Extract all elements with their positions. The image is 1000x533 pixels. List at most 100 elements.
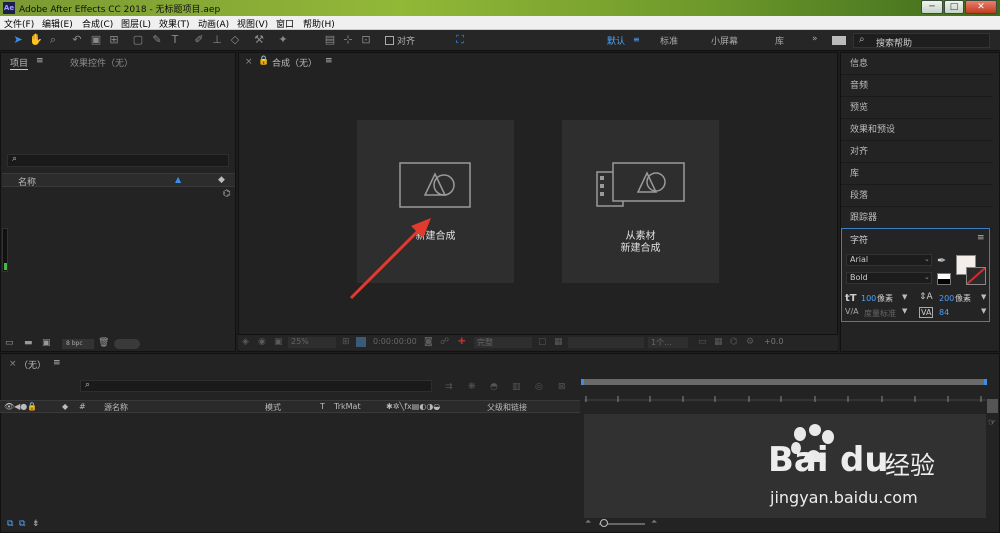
channel-icon[interactable]: ✚ [458,337,466,347]
zoom-tool-icon[interactable]: ⌕ [46,33,60,47]
kerning-value[interactable]: 度量标准 [864,308,896,319]
motion-blur-icon[interactable]: ◎ [535,382,543,392]
layer-switches-header-icons[interactable]: ✱✲╲fx▤◐◑◒ [386,402,440,411]
workspace-standard[interactable]: 标准 [660,34,678,47]
timeline-ruler[interactable] [584,378,986,408]
snap-icon[interactable]: ⛶ [453,33,467,47]
tab-timeline[interactable]: （无） [19,358,46,371]
column-t[interactable]: T [320,402,325,411]
exposure-value[interactable]: +0.0 [764,337,783,346]
workspace-small-screen[interactable]: 小屏幕 [711,34,738,47]
label-tag-icon[interactable]: ◆ [218,175,225,185]
menu-composition[interactable]: 合成(C) [82,17,113,30]
preview-icon[interactable]: ◈ [242,337,249,347]
chevron-down-icon[interactable]: ▼ [981,293,986,301]
layer-switches-icon[interactable]: ⧉ [7,519,13,529]
transfer-controls-icon[interactable]: ⧉ [19,519,25,529]
safe-area-icon[interactable]: ⊞ [342,337,350,347]
tab-composition[interactable]: 合成（无） [272,56,317,69]
flowchart-icon[interactable]: ⌬ [730,337,738,347]
resolution-select[interactable]: 完整 [474,337,532,348]
panel-align[interactable]: 对齐 [841,141,993,163]
menu-layer[interactable]: 图层(L) [121,17,151,30]
color-swatches-icon[interactable] [937,273,951,285]
close-tab-icon[interactable]: × [245,57,253,67]
panel-menu-icon[interactable]: ≡ [325,56,333,66]
chevron-down-icon[interactable]: ▼ [981,307,986,315]
transparency-grid-icon[interactable]: ▦ [554,337,563,347]
timeline-search-input[interactable]: ⌕ [80,380,432,392]
leading-value[interactable]: 200 [939,294,954,303]
panel-preview[interactable]: 预览 [841,97,993,119]
tab-effect-controls[interactable]: 效果控件（无） [70,56,133,69]
stroke-color-swatch[interactable] [966,267,986,285]
zoom-slider[interactable]: ⏶ ⏶ [585,517,665,531]
region-icon[interactable]: ▣ [274,337,283,347]
font-size-value[interactable]: 100 [861,294,876,303]
timeline-scroll-handle[interactable] [987,399,998,413]
lock-icon[interactable]: 🔒 [258,56,269,66]
panel-libraries[interactable]: 库 [841,163,993,185]
mask-icon[interactable]: ◉ [258,337,266,347]
zoom-slider-handle[interactable] [600,519,608,527]
column-trkmat[interactable]: TrkMat [334,402,361,411]
panel-info[interactable]: 信息 [841,53,993,75]
fast-preview-icon[interactable]: ▭ [698,337,707,347]
puppet-tool-icon[interactable]: ✦ [276,33,290,47]
thumbnail-toggle[interactable] [114,339,140,349]
hand-tool-icon[interactable]: ✋ [29,33,43,47]
panel-menu-icon[interactable]: ≡ [36,56,44,66]
pointer-icon[interactable]: ☞ [988,418,996,428]
snapshot-icon[interactable]: ◙ [424,337,433,347]
pen-tool-icon[interactable]: ✎ [150,33,164,47]
tab-project[interactable]: 项目 [10,56,29,70]
timecode[interactable]: 0:00:00:00 [373,337,417,346]
selection-tool-icon[interactable]: ➤ [11,33,25,47]
sort-ascending-icon[interactable]: ▲ [175,175,181,184]
panel-menu-icon[interactable]: ≡ [53,358,61,368]
av-features-icons[interactable]: 👁◀●🔒 [4,402,37,411]
flowchart-icon[interactable]: ⌬ [223,189,231,199]
column-parent[interactable]: 父级和链接 [487,402,527,413]
column-source-name[interactable]: 源名称 [104,402,128,413]
maximize-button[interactable]: □ [944,0,964,14]
close-tab-icon[interactable]: × [9,359,17,369]
brush-tool-icon[interactable]: ✐ [192,33,206,47]
chevron-down-icon[interactable]: ▼ [902,307,907,315]
clone-stamp-tool-icon[interactable]: ⊥ [210,33,224,47]
tracking-value[interactable]: 84 [939,308,949,317]
eraser-tool-icon[interactable]: ◇ [228,33,242,47]
show-snapshot-icon[interactable]: ☍ [440,337,449,347]
bpc-button[interactable]: 8 bpc [62,339,94,349]
menu-help[interactable]: 帮助(H) [303,17,335,30]
panel-audio[interactable]: 音频 [841,75,993,97]
chevron-down-icon[interactable]: ▼ [902,293,907,301]
shy-layers-icon[interactable]: ◓ [490,382,498,392]
column-name[interactable]: 名称 [18,175,36,188]
panel-tracker[interactable]: 跟踪器 [841,207,993,229]
menu-effect[interactable]: 效果(T) [159,17,190,30]
timeline-icon[interactable]: ▦ [714,337,723,347]
align-checkbox[interactable] [385,36,394,45]
text-tool-icon[interactable]: T [168,33,182,47]
column-mode[interactable]: 模式 [265,402,281,413]
comp-mini-flowchart-icon[interactable]: ⇉ [445,382,453,392]
rectangle-tool-icon[interactable]: ▢ [131,33,145,47]
camera-tool-icon[interactable]: ▣ [89,33,103,47]
panel-paragraph[interactable]: 段落 [841,185,993,207]
menu-view[interactable]: 视图(V) [237,17,268,30]
views-select[interactable]: 1个... [648,337,688,348]
panel-effects-presets[interactable]: 效果和预设 [841,119,993,141]
menu-animation[interactable]: 动画(A) [198,17,229,30]
local-axis-icon[interactable]: ▤ [323,33,337,47]
font-family-select[interactable]: Arial ⌄ [846,254,932,266]
pan-behind-tool-icon[interactable]: ⊞ [107,33,121,47]
interpret-footage-icon[interactable]: ▭ [5,338,14,348]
graph-editor-icon[interactable]: ⊠ [558,382,566,392]
camera-select[interactable] [568,337,644,348]
project-search-input[interactable]: ⌕ [7,154,229,167]
exposure-icon[interactable]: ⚙ [746,337,754,347]
minimize-button[interactable]: ─ [921,0,943,14]
column-number[interactable]: # [79,402,86,411]
zoom-out-icon[interactable]: ⏶ [585,517,591,527]
